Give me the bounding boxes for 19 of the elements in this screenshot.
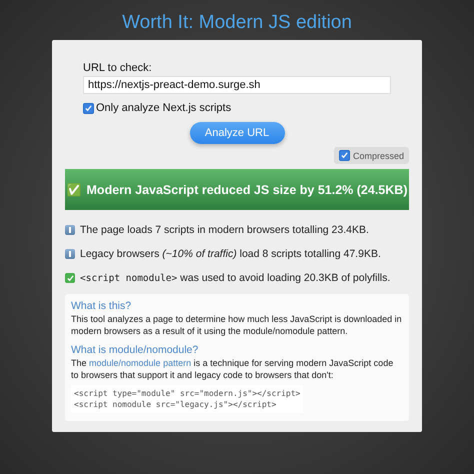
page-title: Worth It: Modern JS edition bbox=[122, 12, 352, 34]
section-heading: What is module/nomodule? bbox=[71, 344, 200, 356]
paragraph: This tool analyzes a page to determine how much less JavaScript is downloaded in modern browsers as a result of it using the module/nomodule pattern. bbox=[71, 314, 403, 338]
only-nextjs-checkbox[interactable]: Only analyze Next.js scripts bbox=[83, 102, 391, 114]
url-label: URL to check: bbox=[83, 62, 153, 74]
compressed-toggle[interactable]: Compressed bbox=[334, 147, 409, 164]
paragraph: The module/nomodule pattern is a technique for serving modern JavaScript code to browsers that support it and legacy code to browsers that don't: bbox=[71, 358, 394, 382]
code-block: <script type="module" src="modern.js"></script> <script nomodule src="legacy.js"></script> bbox=[71, 384, 304, 414]
finding-text: Legacy browsers (~10% of traffic) load 8 scripts totalling 47.9KB. bbox=[80, 248, 381, 260]
checkbox-label: Only analyze Next.js scripts bbox=[96, 102, 232, 114]
finding-text: <script nomodule> was used to avoid loading 20.3KB of polyfills. bbox=[80, 272, 390, 284]
checkbox-label: Compressed bbox=[352, 150, 404, 160]
checkmark-icon: ✅ bbox=[66, 182, 82, 196]
pattern-link[interactable]: module/nomodule pattern bbox=[89, 358, 192, 368]
analyze-button[interactable]: Analyze URL bbox=[190, 122, 284, 144]
section-heading: What is this? bbox=[71, 300, 132, 312]
finding-text: The page loads 7 scripts in modern browsers totalling 23.4KB. bbox=[80, 224, 369, 236]
url-input-field[interactable]: https://nextjs-preact-demo.surge.sh bbox=[83, 76, 391, 94]
result-text: Modern JavaScript reduced JS size by 51.2% (24.5KB) bbox=[86, 182, 408, 196]
